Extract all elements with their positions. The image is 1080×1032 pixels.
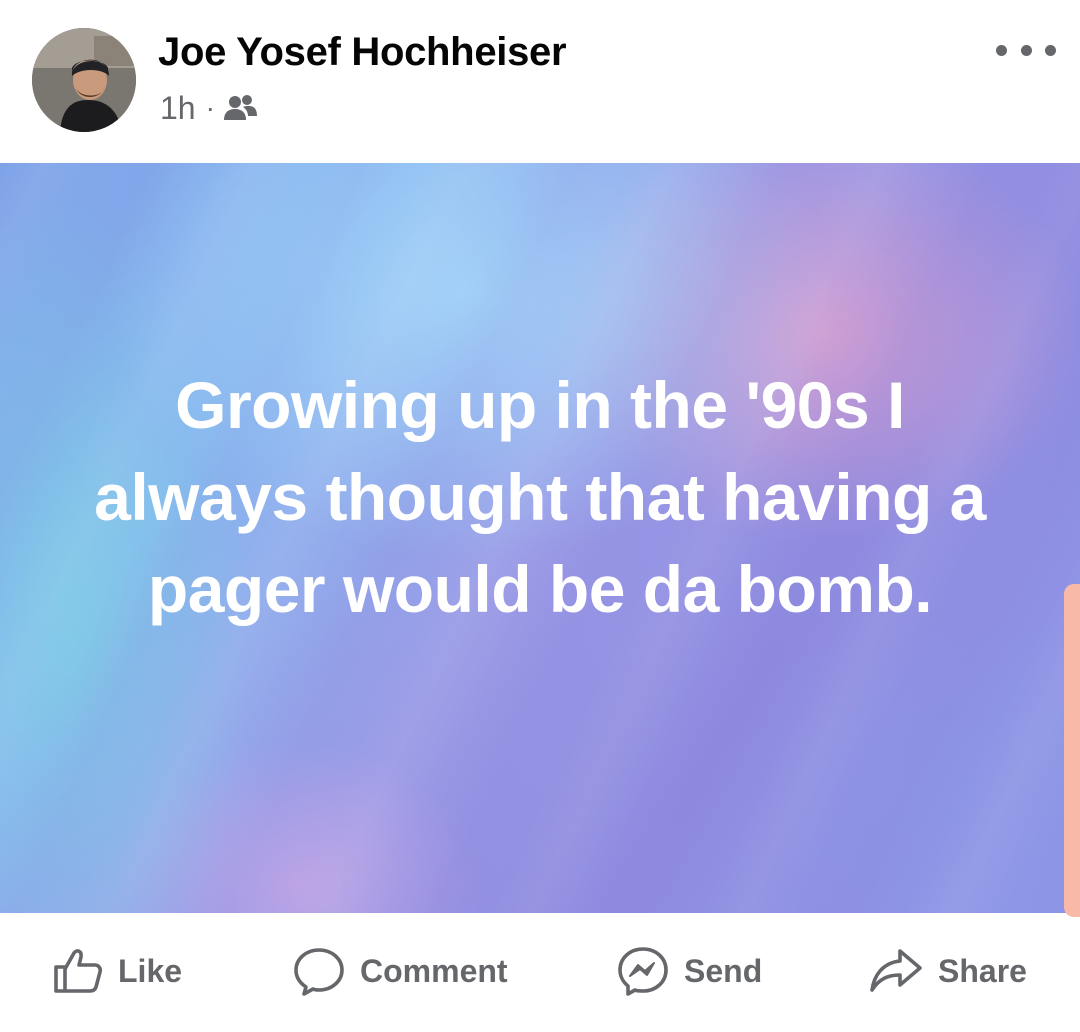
post-timestamp[interactable]: 1h bbox=[160, 90, 196, 127]
comment-label: Comment bbox=[360, 952, 508, 989]
post-background-card: Growing up in the '90s I always thought … bbox=[0, 163, 1080, 913]
comment-icon bbox=[294, 948, 344, 996]
author-name[interactable]: Joe Yosef Hochheiser bbox=[158, 30, 567, 75]
post-text: Growing up in the '90s I always thought … bbox=[94, 368, 986, 626]
meta-separator: · bbox=[205, 92, 215, 123]
post-card: Joe Yosef Hochheiser 1h · Growing up in … bbox=[0, 0, 1080, 1032]
messenger-icon bbox=[618, 947, 668, 996]
thumbs-up-icon bbox=[54, 949, 103, 993]
friends-icon[interactable] bbox=[223, 93, 257, 123]
more-options-button[interactable] bbox=[996, 32, 1056, 68]
scroll-indicator bbox=[1064, 584, 1080, 917]
share-arrow-icon bbox=[870, 949, 922, 992]
like-label: Like bbox=[118, 952, 183, 989]
more-dot bbox=[1045, 44, 1056, 56]
post-meta: 1h · bbox=[160, 88, 257, 128]
post-header: Joe Yosef Hochheiser 1h · bbox=[0, 0, 1080, 163]
share-button[interactable]: Share bbox=[868, 943, 1027, 999]
share-label: Share bbox=[938, 952, 1027, 989]
action-bar: Like Comment Send Share bbox=[0, 913, 1080, 1032]
more-dot bbox=[1020, 44, 1032, 56]
like-button[interactable]: Like bbox=[52, 943, 182, 999]
more-dots-icon bbox=[996, 44, 1007, 56]
send-button[interactable]: Send bbox=[616, 943, 762, 999]
comment-button[interactable]: Comment bbox=[292, 943, 508, 999]
avatar[interactable] bbox=[32, 28, 136, 132]
send-label: Send bbox=[684, 952, 763, 989]
